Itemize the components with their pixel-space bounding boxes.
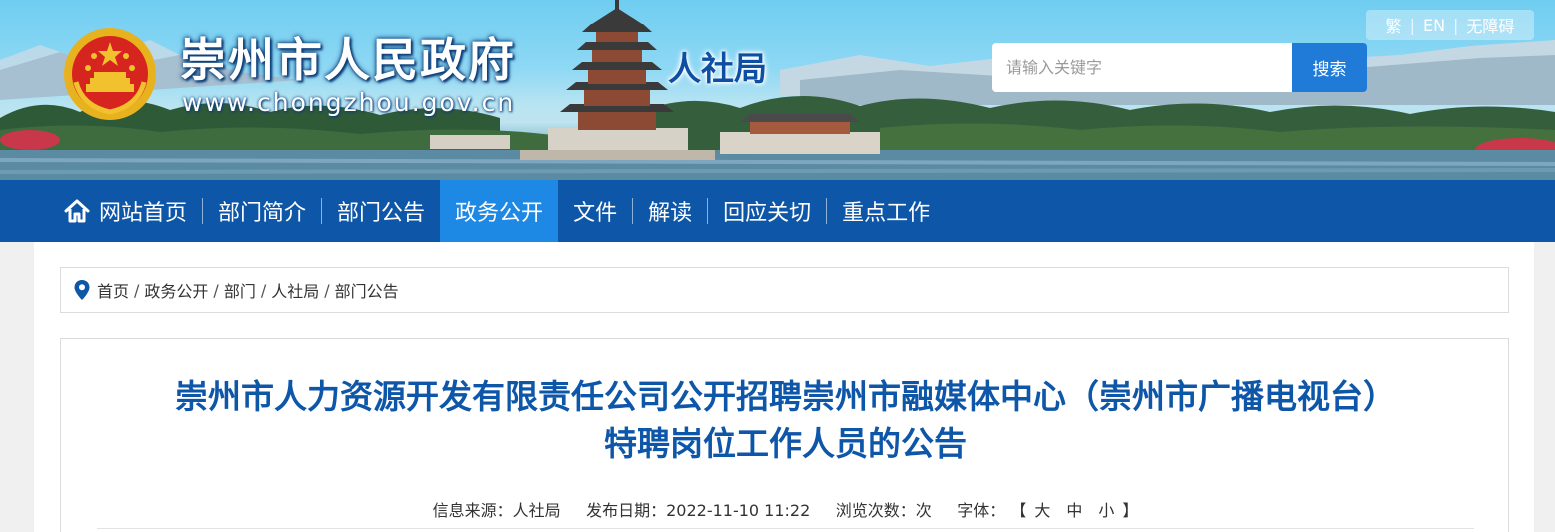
breadcrumb: 首页 / 政务公开 / 部门 / 人社局 / 部门公告 [60, 267, 1509, 313]
search-input[interactable] [992, 43, 1292, 92]
national-emblem-icon [64, 28, 156, 120]
breadcrumb-separator: / [324, 280, 330, 300]
nav-item-department-intro[interactable]: 部门简介 [203, 180, 321, 242]
nav-item-label: 网站首页 [99, 201, 188, 226]
views-label: 浏览次数： [835, 501, 916, 520]
meta-gap [566, 501, 581, 520]
nav-item-interpretation[interactable]: 解读 [633, 180, 707, 242]
font-size-large-button[interactable]: 大 [1026, 501, 1058, 520]
article-title: 崇州市人力资源开发有限责任公司公开招聘崇州市融媒体中心（崇州市广播电视台） 特聘… [61, 373, 1510, 467]
location-pin-icon [74, 280, 90, 300]
traditional-chinese-link[interactable]: 繁 [1378, 13, 1410, 37]
font-size-medium-button[interactable]: 中 [1058, 501, 1090, 520]
breadcrumb-separator: / [134, 280, 140, 300]
article-title-line-1: 崇州市人力资源开发有限责任公司公开招聘崇州市融媒体中心（崇州市广播电视台） [175, 377, 1396, 416]
date-label: 发布日期： [586, 501, 667, 520]
source-label: 信息来源： [432, 501, 513, 520]
article-container: 崇州市人力资源开发有限责任公司公开招聘崇州市融媒体中心（崇州市广播电视台） 特聘… [60, 338, 1509, 532]
site-title: 崇州市人民政府 [180, 33, 516, 87]
home-icon [64, 199, 90, 223]
breadcrumb-departments[interactable]: 部门 [224, 278, 256, 302]
nav-item-government-affairs[interactable]: 政务公开 [440, 180, 559, 242]
breadcrumb-separator: / [260, 280, 267, 300]
site-url: www.chongzhou.gov.cn [182, 88, 516, 117]
bracket-close: 】 [1122, 501, 1139, 520]
breadcrumb-home[interactable]: 首页 [97, 278, 129, 302]
nav-item-responses[interactable]: 回应关切 [708, 180, 826, 242]
font-size-small-button[interactable]: 小 [1090, 501, 1122, 520]
breadcrumb-separator: / [213, 280, 219, 300]
nav-item-key-work[interactable]: 重点工作 [827, 180, 945, 242]
english-link[interactable]: EN [1415, 16, 1453, 35]
header-banner: 崇州市人民政府 www.chongzhou.gov.cn 人社局 繁 | EN … [0, 0, 1555, 180]
meta-gap [815, 501, 830, 520]
nav-item-home[interactable]: 网站首页 [48, 180, 202, 242]
accessibility-link[interactable]: 无障碍 [1458, 13, 1522, 37]
date-value: 2022-11-10 11:22 [666, 501, 811, 520]
article-meta: 信息来源：人社局 发布日期：2022-11-10 11:22 浏览次数：次 字体… [61, 497, 1510, 521]
search-button[interactable]: 搜索 [1292, 43, 1367, 92]
breadcrumb-department-notices[interactable]: 部门公告 [335, 278, 399, 302]
breadcrumb-government-affairs[interactable]: 政务公开 [144, 278, 208, 302]
department-name: 人社局 [668, 49, 767, 88]
bracket-open: 【 [1010, 501, 1027, 520]
breadcrumb-hr-bureau[interactable]: 人社局 [271, 278, 319, 302]
source-value: 人社局 [512, 501, 561, 520]
meta-divider [97, 528, 1474, 529]
main-nav: 网站首页 部门简介 部门公告 政务公开 文件 解读 回应关切 重点工作 [0, 180, 1555, 242]
font-size-label: 字体： [957, 501, 1006, 520]
meta-gap [937, 501, 952, 520]
top-links: 繁 | EN | 无障碍 [1366, 10, 1534, 40]
article-title-line-2: 特聘岗位工作人员的公告 [604, 424, 967, 463]
nav-item-department-notices[interactable]: 部门公告 [322, 180, 440, 242]
nav-item-documents[interactable]: 文件 [558, 180, 632, 242]
views-unit: 次 [915, 501, 932, 520]
